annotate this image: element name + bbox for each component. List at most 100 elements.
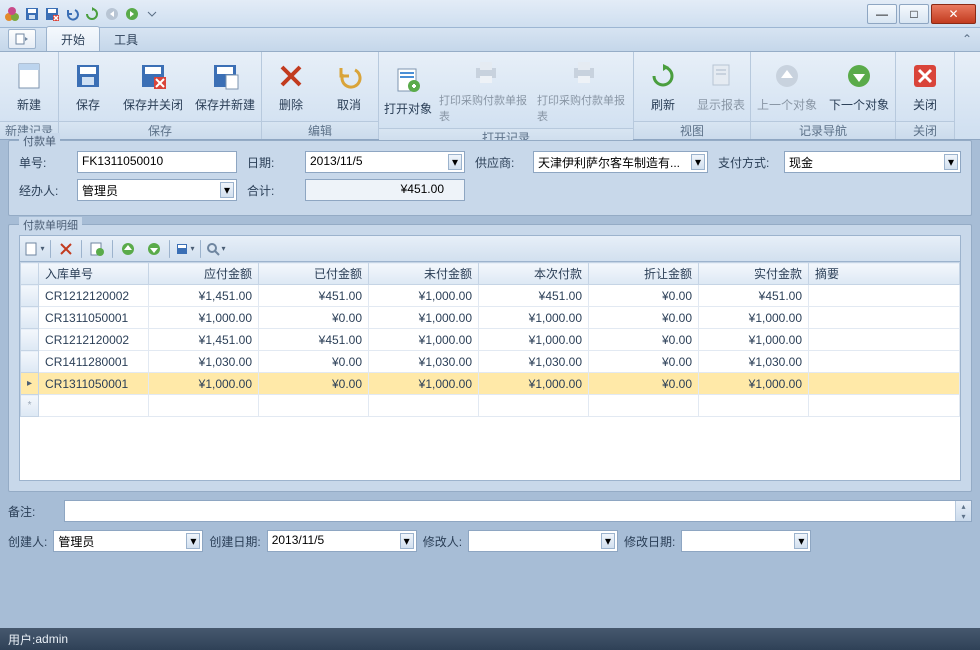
chevron-down-icon[interactable]: ▾ (448, 154, 462, 170)
statusbar: 用户: admin (0, 628, 980, 650)
detail-toolbar: ▾ ▾ ▾ (19, 235, 961, 261)
label-supplier: 供应商: (475, 154, 523, 171)
qat-prev-icon[interactable] (104, 6, 120, 22)
col-header[interactable]: 折让金额 (589, 263, 699, 285)
label-remark: 备注: (8, 503, 56, 520)
detail-grid[interactable]: 入库单号 应付金额 已付金额 未付金额 本次付款 折让金额 实付金款 摘要 CR… (19, 261, 961, 481)
qat-undo-icon[interactable] (64, 6, 80, 22)
window-close-button[interactable]: ✕ (931, 4, 976, 24)
chevron-down-icon[interactable]: ▾ (400, 533, 414, 549)
label-total: 合计: (247, 182, 295, 199)
refresh-icon (647, 60, 679, 92)
group-label-save: 保存 (59, 121, 261, 139)
tab-tools[interactable]: 工具 (100, 27, 152, 51)
label-modifier: 修改人: (423, 533, 462, 550)
refresh-button[interactable]: 刷新 (634, 52, 692, 121)
new-button[interactable]: 新建 (0, 52, 58, 121)
undo-icon (333, 60, 365, 92)
chevron-down-icon[interactable]: ▾ (691, 154, 705, 170)
chevron-down-icon[interactable]: ▾ (220, 182, 234, 198)
qat-dropdown-icon[interactable] (144, 6, 160, 22)
show-report-button[interactable]: 显示报表 (692, 52, 750, 121)
print-report1-button[interactable]: 打印采购付款单报表 (437, 52, 535, 128)
dt-up-button[interactable] (117, 239, 139, 259)
qat-refresh-icon[interactable] (84, 6, 100, 22)
input-remark[interactable]: ▴▾ (64, 500, 972, 522)
tab-start[interactable]: 开始 (46, 26, 100, 51)
next-object-button[interactable]: 下一个对象 (823, 52, 895, 121)
table-row[interactable]: CR1411280001¥1,030.00¥0.00 ¥1,030.00¥1,0… (21, 351, 960, 373)
input-handler[interactable]: 管理员▾ (77, 179, 237, 201)
cancel-button[interactable]: 取消 (320, 52, 378, 121)
print-icon-2 (568, 56, 600, 88)
group-label-edit: 编辑 (262, 121, 378, 139)
dt-new-button[interactable]: ▾ (24, 239, 46, 259)
input-mdate[interactable]: ▾ (681, 530, 811, 552)
col-header[interactable]: 未付金额 (369, 263, 479, 285)
save-new-button[interactable]: 保存并新建 (189, 52, 261, 121)
dt-open-button[interactable] (86, 239, 108, 259)
status-user-label: 用户: (8, 631, 35, 648)
arrow-up-icon (771, 60, 803, 92)
delete-icon (275, 60, 307, 92)
dt-export-button[interactable]: ▾ (174, 239, 196, 259)
table-row[interactable]: CR1212120002¥1,451.00¥451.00 ¥1,000.00¥4… (21, 285, 960, 307)
content-area: 付款单 单号: FK1311050010 日期: 2013/11/5▾ 供应商:… (8, 140, 972, 624)
input-creator[interactable]: 管理员▾ (53, 530, 203, 552)
qat-save-icon[interactable] (24, 6, 40, 22)
print-report2-button[interactable]: 打印采购付款单报表 (535, 52, 633, 128)
col-header[interactable]: 本次付款 (479, 263, 589, 285)
status-user: admin (35, 632, 68, 646)
dt-delete-button[interactable] (55, 239, 77, 259)
input-supplier[interactable]: 天津伊利萨尔客车制造有...▾ (533, 151, 708, 173)
label-no: 单号: (19, 154, 67, 171)
qat-next-icon[interactable] (124, 6, 140, 22)
scrollbar[interactable]: ▴▾ (955, 501, 971, 521)
save-close-button[interactable]: 保存并关闭 (117, 52, 189, 121)
save-button[interactable]: 保存 (59, 52, 117, 121)
window-maximize-button[interactable]: □ (899, 4, 929, 24)
close-button[interactable]: 关闭 (896, 52, 954, 121)
table-row[interactable]: CR1212120002¥1,451.00¥451.00 ¥1,000.00¥1… (21, 329, 960, 351)
window-minimize-button[interactable]: — (867, 4, 897, 24)
table-row[interactable]: CR1311050001¥1,000.00¥0.00 ¥1,000.00¥1,0… (21, 307, 960, 329)
print-icon (470, 56, 502, 88)
col-header[interactable]: 已付金额 (259, 263, 369, 285)
col-header[interactable]: 实付金款 (699, 263, 809, 285)
group-label-view: 视图 (634, 121, 750, 139)
input-no[interactable]: FK1311050010 (77, 151, 237, 173)
dt-down-button[interactable] (143, 239, 165, 259)
qat-saveclose-icon[interactable] (44, 6, 60, 22)
label-date: 日期: (247, 154, 295, 171)
label-creator: 创建人: (8, 533, 47, 550)
table-new-row[interactable]: * (21, 395, 960, 417)
prev-object-button[interactable]: 上一个对象 (751, 52, 823, 121)
col-header[interactable]: 应付金额 (149, 263, 259, 285)
report-icon (705, 60, 737, 92)
chevron-down-icon[interactable]: ▾ (601, 533, 615, 549)
arrow-down-icon (843, 60, 875, 92)
close-icon: ✕ (948, 7, 958, 21)
table-row[interactable]: ▸ CR1311050001¥1,000.00¥0.00 ¥1,000.00¥1… (21, 373, 960, 395)
chevron-down-icon[interactable]: ▾ (944, 154, 958, 170)
close-x-icon (909, 60, 941, 92)
col-header[interactable]: 入库单号 (39, 263, 149, 285)
chevron-down-icon[interactable]: ▾ (794, 533, 808, 549)
detail-legend: 付款单明细 (19, 217, 82, 233)
col-header[interactable]: 摘要 (809, 263, 960, 285)
dt-search-button[interactable]: ▾ (205, 239, 227, 259)
chevron-down-icon[interactable]: ▾ (186, 533, 200, 549)
new-icon (13, 60, 45, 92)
file-menu-button[interactable] (8, 29, 36, 49)
open-object-button[interactable]: 打开对象 (379, 52, 437, 128)
delete-button[interactable]: 删除 (262, 52, 320, 121)
input-total: ¥451.00 (305, 179, 465, 201)
input-modifier[interactable]: ▾ (468, 530, 618, 552)
titlebar: — □ ✕ (0, 0, 980, 28)
input-date[interactable]: 2013/11/5▾ (305, 151, 465, 173)
input-paytype[interactable]: 现金▾ (784, 151, 961, 173)
input-cdate[interactable]: 2013/11/5▾ (267, 530, 417, 552)
maximize-icon: □ (910, 7, 917, 21)
ribbon-collapse-icon[interactable]: ⌃ (962, 32, 972, 46)
save-icon (72, 60, 104, 92)
